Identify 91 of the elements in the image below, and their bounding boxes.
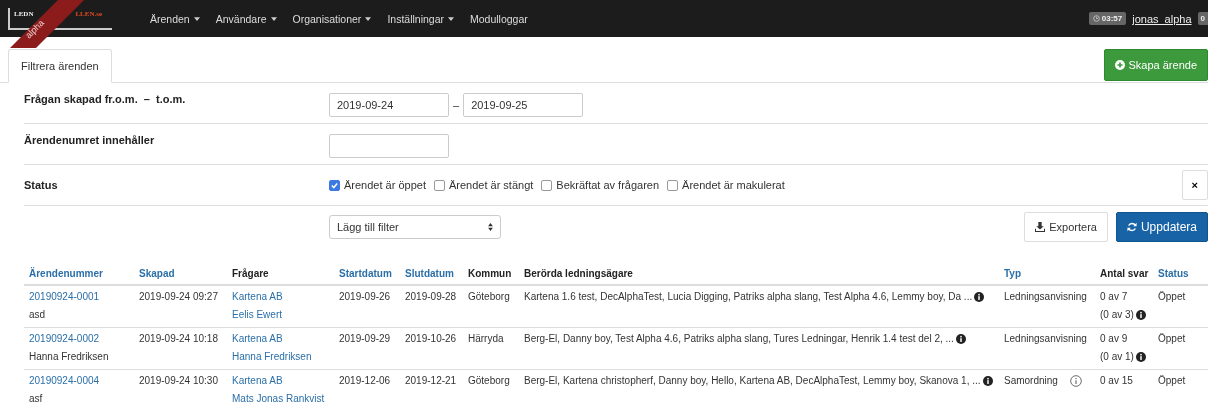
column-header[interactable]: Skapad [139,268,175,279]
info-icon[interactable] [955,334,966,344]
range-separator: – [453,99,460,111]
caret-icon [365,16,372,21]
add-filter-select[interactable]: Lägg till filter [329,215,501,239]
menu-item[interactable]: Inställningar [387,12,454,25]
checkbox[interactable] [329,179,340,191]
filter-label: Status [24,179,59,191]
table-cell: 0 av 7 [1100,291,1128,302]
organization-link[interactable]: Kartena AB [232,375,283,386]
table-cell: Göteborg [468,375,510,386]
table-cell-text: Kartena 1.6 test, DecAlphaTest, Lucia Digging, Patriks alpha slang, Test Alpha 4.6, Lemmy boy, Da ... [524,290,973,304]
menu-item[interactable]: Modulloggar [470,12,528,25]
filter-label: Frågan skapad fr.o.m. – t.o.m. [24,93,187,105]
checkbox-label: Bekräftat av frågaren [556,179,660,191]
updown-icon [488,223,493,231]
close-button[interactable]: × [1181,170,1208,200]
table-cell: 2019-09-24 09:27 [139,291,218,302]
table-cell-text: Berg-El, Danny boy, Test Alpha 4.6, Patriks alpha slang, Tures Ledningar, Henrik 1.4 test del 2, ... [524,332,954,346]
column-header[interactable]: Slutdatum [405,268,454,279]
table-cell-text: (0 av 1) [1100,350,1134,364]
table-cell: 2019-09-24 10:30 [139,375,218,386]
person-link[interactable]: Hanna Fredriksen [232,351,312,362]
case-note: asd [29,309,46,320]
plus-icon [1114,60,1125,70]
table-cell: Härryda [468,333,504,344]
badge: 0 [1197,12,1208,25]
table-cell-text: Samordning [1004,374,1058,388]
column-header[interactable]: Typ [1004,268,1022,279]
organization-link[interactable]: Kartena AB [232,333,283,344]
table-cell: 2019-12-21 [405,375,457,386]
person-link[interactable]: Eelis Ewert [232,309,282,320]
checkbox[interactable] [433,179,445,191]
date-field[interactable]: 2019-09-24 [329,93,449,117]
info-icon[interactable] [982,376,993,386]
download-icon [1035,222,1046,232]
case-note: asf [29,393,43,404]
table-cell: Öppet [1158,333,1186,344]
table-cell: Öppet [1158,291,1186,302]
column-header[interactable]: Ärendenummer [29,268,103,279]
column-header: Frågare [232,268,269,279]
menu-item[interactable]: Ärenden [150,12,200,25]
caret-icon [448,16,454,21]
case-link[interactable]: 20190924-0002 [29,333,100,344]
info-icon[interactable] [974,292,985,302]
checkbox-label: Ärendet är makulerat [682,179,785,191]
table-cell-text: Ledningsanvisning [1004,290,1087,304]
organization-link[interactable]: Kartena AB [232,291,283,302]
refresh-button[interactable]: Uppdatera [1115,212,1208,242]
table-cell: Öppet [1158,375,1186,386]
column-header[interactable]: Status [1158,268,1189,279]
column-header: Antal svar [1100,268,1149,279]
export-button[interactable]: Exportera [1024,212,1108,242]
checkbox[interactable] [541,179,553,191]
table-cell: 2019-09-26 [339,291,391,302]
date-field[interactable]: 2019-09-25 [463,93,584,117]
table-cell: Göteborg [468,291,510,302]
table-cell-text: Berg-El, Kartena christopherf, Danny boy, Hello, Kartena AB, DecAlphaTest, Lemmy boy, Skanova 1, ... [524,374,981,388]
session-timer: 03:57 [1088,12,1127,25]
case-link[interactable]: 20190924-0001 [29,291,100,302]
info-icon[interactable] [1135,310,1146,320]
case-link[interactable]: 20190924-0004 [29,375,100,386]
caret-icon [270,16,277,21]
caret-icon [193,16,200,21]
menu-item[interactable]: Användare [215,12,277,25]
checkbox[interactable] [667,179,679,191]
table-cell: 2019-09-24 10:18 [139,333,218,344]
case-number-field[interactable] [329,134,449,158]
column-header: Berörda ledningsägare [524,268,633,279]
checkbox-label: Ärendet är stängt [448,179,534,191]
table-cell: 0 av 9 [1100,333,1128,344]
case-note: Hanna Fredriksen [29,351,109,362]
table-cell: 0 av 15 [1100,375,1133,386]
user-link[interactable]: jonas_alpha [1132,12,1192,25]
tab[interactable]: Filtrera ärenden [8,49,112,83]
info-icon[interactable] [1135,352,1146,362]
table-cell: 2019-10-26 [405,333,457,344]
table-cell: 2019-09-29 [339,333,391,344]
menu-item[interactable]: Organisationer [292,12,372,25]
refresh-icon [1126,222,1137,232]
column-header: Kommun [468,268,512,279]
checkbox-label: Ärendet är öppet [344,179,426,191]
table-cell: 2019-12-06 [339,375,391,386]
table-cell-text: Ledningsanvisning [1004,332,1087,346]
table-cell: 2019-09-28 [405,291,457,302]
create-button[interactable]: Skapa ärende [1103,49,1208,81]
clock-icon [1092,15,1100,22]
person-link[interactable]: Mats Jonas Rankvist [232,393,325,404]
filter-label: Ärendenumret innehåller [24,134,156,146]
table-cell-text: (0 av 3) [1100,308,1134,322]
column-header[interactable]: Startdatum [339,268,392,279]
